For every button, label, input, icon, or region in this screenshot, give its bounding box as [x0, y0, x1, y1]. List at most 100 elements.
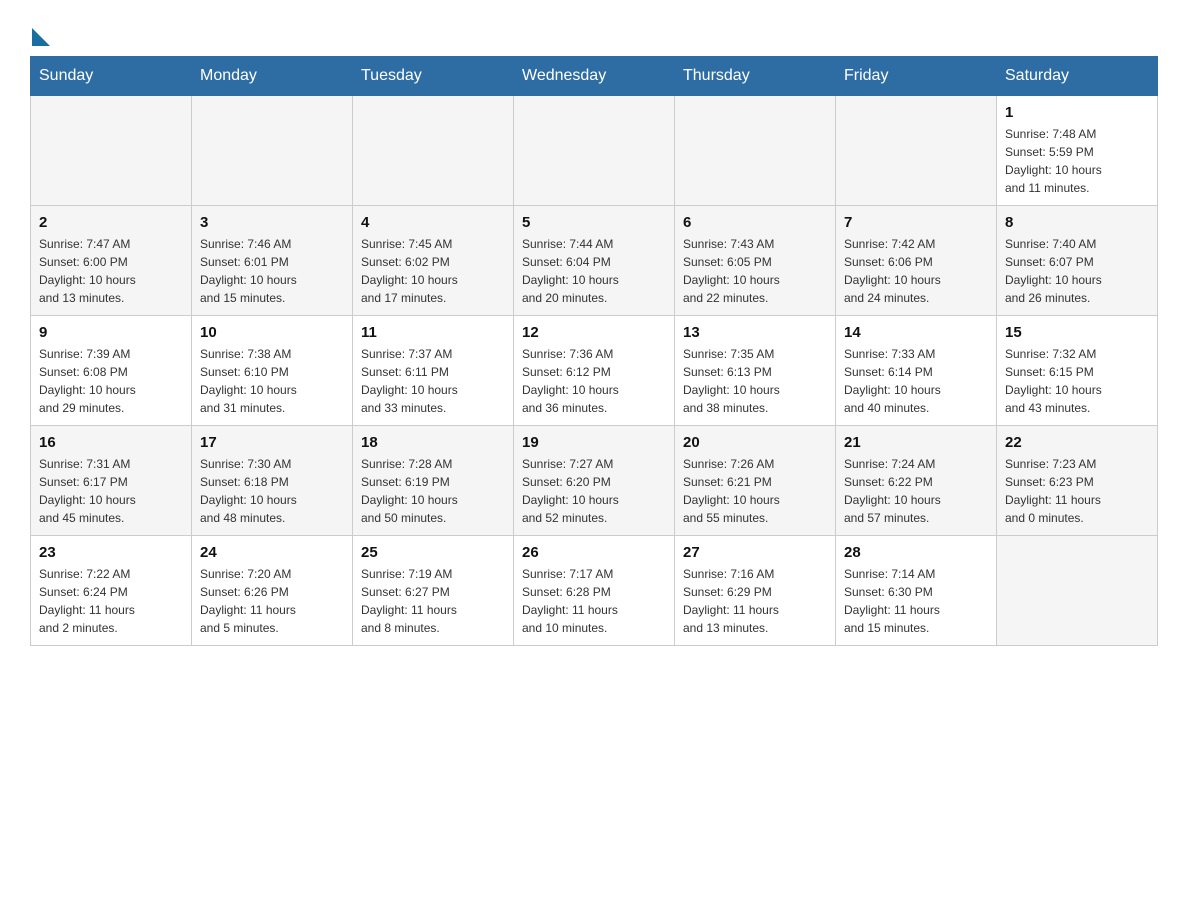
calendar-cell: 7 Sunrise: 7:42 AM Sunset: 6:06 PM Daylig…: [836, 206, 997, 316]
column-header-saturday: Saturday: [997, 57, 1158, 96]
calendar-cell: 22 Sunrise: 7:23 AM Sunset: 6:23 PM Dayli…: [997, 426, 1158, 536]
day-info: Sunrise: 7:43 AM Sunset: 6:05 PM Dayligh…: [683, 235, 827, 307]
calendar-week-row: 16 Sunrise: 7:31 AM Sunset: 6:17 PM Dayli…: [31, 426, 1158, 536]
day-info: Sunrise: 7:39 AM Sunset: 6:08 PM Dayligh…: [39, 345, 183, 417]
day-number: 7: [844, 214, 988, 231]
calendar-cell: 27 Sunrise: 7:16 AM Sunset: 6:29 PM Dayli…: [675, 536, 836, 646]
calendar-week-row: 1 Sunrise: 7:48 AM Sunset: 5:59 PM Daylig…: [31, 96, 1158, 206]
day-number: 23: [39, 544, 183, 561]
calendar-cell: 12 Sunrise: 7:36 AM Sunset: 6:12 PM Dayli…: [514, 316, 675, 426]
calendar-cell: 19 Sunrise: 7:27 AM Sunset: 6:20 PM Dayli…: [514, 426, 675, 536]
day-number: 28: [844, 544, 988, 561]
calendar-cell: 10 Sunrise: 7:38 AM Sunset: 6:10 PM Dayli…: [192, 316, 353, 426]
day-info: Sunrise: 7:24 AM Sunset: 6:22 PM Dayligh…: [844, 455, 988, 527]
calendar-cell: [836, 96, 997, 206]
calendar-cell: [514, 96, 675, 206]
day-info: Sunrise: 7:36 AM Sunset: 6:12 PM Dayligh…: [522, 345, 666, 417]
calendar-cell: 1 Sunrise: 7:48 AM Sunset: 5:59 PM Daylig…: [997, 96, 1158, 206]
day-info: Sunrise: 7:40 AM Sunset: 6:07 PM Dayligh…: [1005, 235, 1149, 307]
calendar-cell: 16 Sunrise: 7:31 AM Sunset: 6:17 PM Dayli…: [31, 426, 192, 536]
calendar-cell: 21 Sunrise: 7:24 AM Sunset: 6:22 PM Dayli…: [836, 426, 997, 536]
day-number: 15: [1005, 324, 1149, 341]
calendar-week-row: 9 Sunrise: 7:39 AM Sunset: 6:08 PM Daylig…: [31, 316, 1158, 426]
calendar-week-row: 2 Sunrise: 7:47 AM Sunset: 6:00 PM Daylig…: [31, 206, 1158, 316]
calendar-header-row: SundayMondayTuesdayWednesdayThursdayFrid…: [31, 57, 1158, 96]
calendar-cell: [31, 96, 192, 206]
day-info: Sunrise: 7:14 AM Sunset: 6:30 PM Dayligh…: [844, 565, 988, 637]
calendar-cell: 14 Sunrise: 7:33 AM Sunset: 6:14 PM Dayli…: [836, 316, 997, 426]
day-info: Sunrise: 7:28 AM Sunset: 6:19 PM Dayligh…: [361, 455, 505, 527]
day-number: 18: [361, 434, 505, 451]
column-header-monday: Monday: [192, 57, 353, 96]
day-info: Sunrise: 7:23 AM Sunset: 6:23 PM Dayligh…: [1005, 455, 1149, 527]
day-info: Sunrise: 7:31 AM Sunset: 6:17 PM Dayligh…: [39, 455, 183, 527]
day-number: 24: [200, 544, 344, 561]
day-number: 17: [200, 434, 344, 451]
day-info: Sunrise: 7:48 AM Sunset: 5:59 PM Dayligh…: [1005, 125, 1149, 197]
day-number: 22: [1005, 434, 1149, 451]
calendar-cell: 3Sunrise: 7:46 AM Sunset: 6:01 PM Daylig…: [192, 206, 353, 316]
calendar-cell: 8Sunrise: 7:40 AM Sunset: 6:07 PM Daylig…: [997, 206, 1158, 316]
calendar-cell: 13 Sunrise: 7:35 AM Sunset: 6:13 PM Dayli…: [675, 316, 836, 426]
day-number: 26: [522, 544, 666, 561]
day-number: 16: [39, 434, 183, 451]
calendar-cell: 4 Sunrise: 7:45 AM Sunset: 6:02 PM Daylig…: [353, 206, 514, 316]
calendar-table: SundayMondayTuesdayWednesdayThursdayFrid…: [30, 56, 1158, 646]
day-number: 19: [522, 434, 666, 451]
day-number: 9: [39, 324, 183, 341]
calendar-cell: [192, 96, 353, 206]
calendar-cell: 9 Sunrise: 7:39 AM Sunset: 6:08 PM Daylig…: [31, 316, 192, 426]
calendar-cell: 17 Sunrise: 7:30 AM Sunset: 6:18 PM Dayli…: [192, 426, 353, 536]
day-info: Sunrise: 7:17 AM Sunset: 6:28 PM Dayligh…: [522, 565, 666, 637]
calendar-cell: 15 Sunrise: 7:32 AM Sunset: 6:15 PM Dayli…: [997, 316, 1158, 426]
calendar-cell: [997, 536, 1158, 646]
day-number: 25: [361, 544, 505, 561]
column-header-thursday: Thursday: [675, 57, 836, 96]
day-info: Sunrise: 7:44 AM Sunset: 6:04 PM Dayligh…: [522, 235, 666, 307]
column-header-wednesday: Wednesday: [514, 57, 675, 96]
calendar-cell: 2 Sunrise: 7:47 AM Sunset: 6:00 PM Daylig…: [31, 206, 192, 316]
day-info: Sunrise: 7:22 AM Sunset: 6:24 PM Dayligh…: [39, 565, 183, 637]
column-header-tuesday: Tuesday: [353, 57, 514, 96]
day-number: 11: [361, 324, 505, 341]
day-info: Sunrise: 7:32 AM Sunset: 6:15 PM Dayligh…: [1005, 345, 1149, 417]
calendar-cell: 25Sunrise: 7:19 AM Sunset: 6:27 PM Dayli…: [353, 536, 514, 646]
calendar-cell: [353, 96, 514, 206]
day-number: 14: [844, 324, 988, 341]
day-info: Sunrise: 7:38 AM Sunset: 6:10 PM Dayligh…: [200, 345, 344, 417]
day-number: 5: [522, 214, 666, 231]
calendar-cell: 23 Sunrise: 7:22 AM Sunset: 6:24 PM Dayli…: [31, 536, 192, 646]
calendar-cell: 5 Sunrise: 7:44 AM Sunset: 6:04 PM Daylig…: [514, 206, 675, 316]
day-info: Sunrise: 7:42 AM Sunset: 6:06 PM Dayligh…: [844, 235, 988, 307]
calendar-cell: 28 Sunrise: 7:14 AM Sunset: 6:30 PM Dayli…: [836, 536, 997, 646]
page-header: [30, 20, 1158, 46]
calendar-week-row: 23 Sunrise: 7:22 AM Sunset: 6:24 PM Dayli…: [31, 536, 1158, 646]
day-info: Sunrise: 7:47 AM Sunset: 6:00 PM Dayligh…: [39, 235, 183, 307]
day-number: 4: [361, 214, 505, 231]
calendar-cell: 24 Sunrise: 7:20 AM Sunset: 6:26 PM Dayli…: [192, 536, 353, 646]
day-info: Sunrise: 7:16 AM Sunset: 6:29 PM Dayligh…: [683, 565, 827, 637]
calendar-cell: [675, 96, 836, 206]
calendar-cell: 20Sunrise: 7:26 AM Sunset: 6:21 PM Dayli…: [675, 426, 836, 536]
day-number: 2: [39, 214, 183, 231]
column-header-sunday: Sunday: [31, 57, 192, 96]
logo-arrow-icon: [32, 28, 50, 46]
day-info: Sunrise: 7:33 AM Sunset: 6:14 PM Dayligh…: [844, 345, 988, 417]
day-info: Sunrise: 7:45 AM Sunset: 6:02 PM Dayligh…: [361, 235, 505, 307]
day-number: 1: [1005, 104, 1149, 121]
day-number: 21: [844, 434, 988, 451]
day-info: Sunrise: 7:26 AM Sunset: 6:21 PM Dayligh…: [683, 455, 827, 527]
day-info: Sunrise: 7:35 AM Sunset: 6:13 PM Dayligh…: [683, 345, 827, 417]
day-info: Sunrise: 7:20 AM Sunset: 6:26 PM Dayligh…: [200, 565, 344, 637]
calendar-cell: 18 Sunrise: 7:28 AM Sunset: 6:19 PM Dayli…: [353, 426, 514, 536]
day-number: 13: [683, 324, 827, 341]
day-info: Sunrise: 7:30 AM Sunset: 6:18 PM Dayligh…: [200, 455, 344, 527]
day-info: Sunrise: 7:37 AM Sunset: 6:11 PM Dayligh…: [361, 345, 505, 417]
calendar-cell: 11 Sunrise: 7:37 AM Sunset: 6:11 PM Dayli…: [353, 316, 514, 426]
logo: [30, 20, 50, 46]
day-info: Sunrise: 7:27 AM Sunset: 6:20 PM Dayligh…: [522, 455, 666, 527]
day-number: 10: [200, 324, 344, 341]
day-number: 12: [522, 324, 666, 341]
column-header-friday: Friday: [836, 57, 997, 96]
day-number: 27: [683, 544, 827, 561]
